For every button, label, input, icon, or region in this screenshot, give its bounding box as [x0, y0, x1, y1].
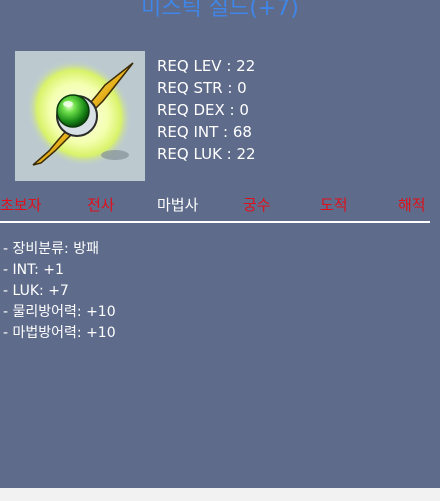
- mystic-shield-icon: [26, 59, 134, 167]
- req-level: REQ LEV : 22: [157, 57, 256, 75]
- section-divider: [0, 221, 430, 223]
- job-archer: 궁수: [243, 196, 271, 214]
- req-luk: REQ LUK : 22: [157, 145, 256, 163]
- requirements-list: REQ LEV : 22 REQ STR : 0 REQ DEX : 0 REQ…: [157, 55, 256, 165]
- stat-magic-defense: - 마법방어력: +10: [3, 325, 116, 341]
- stat-physical-defense: - 물리방어력: +10: [3, 304, 116, 320]
- req-str: REQ STR : 0: [157, 79, 247, 97]
- item-tooltip: 미스틱 실드(+7) REQ LEV: 22 REQ STR: 0 REQ …: [0, 0, 440, 488]
- item-name: 미스틱 실드(+7): [141, 0, 299, 21]
- job-magician: 마법사: [157, 196, 199, 214]
- item-stats-list: - 장비분류: 방패 - INT: +1 - LUK: +7 - 물리방어력: …: [3, 239, 116, 344]
- job-thief: 도적: [320, 196, 348, 214]
- job-warrior: 전사: [87, 196, 115, 214]
- bottom-strip: [0, 488, 440, 501]
- stat-int: - INT: +1: [3, 262, 64, 278]
- item-icon-frame: [15, 51, 145, 181]
- req-dex: REQ DEX : 0: [157, 101, 249, 119]
- stat-luk: - LUK: +7: [3, 283, 69, 299]
- req-int: REQ INT : 68: [157, 123, 252, 141]
- job-pirate: 해적: [398, 196, 426, 214]
- job-class-row: 초보자 전사 마법사 궁수 도적 해적: [0, 193, 440, 217]
- job-beginner: 초보자: [0, 196, 42, 214]
- stat-equip-type: - 장비분류: 방패: [3, 241, 99, 257]
